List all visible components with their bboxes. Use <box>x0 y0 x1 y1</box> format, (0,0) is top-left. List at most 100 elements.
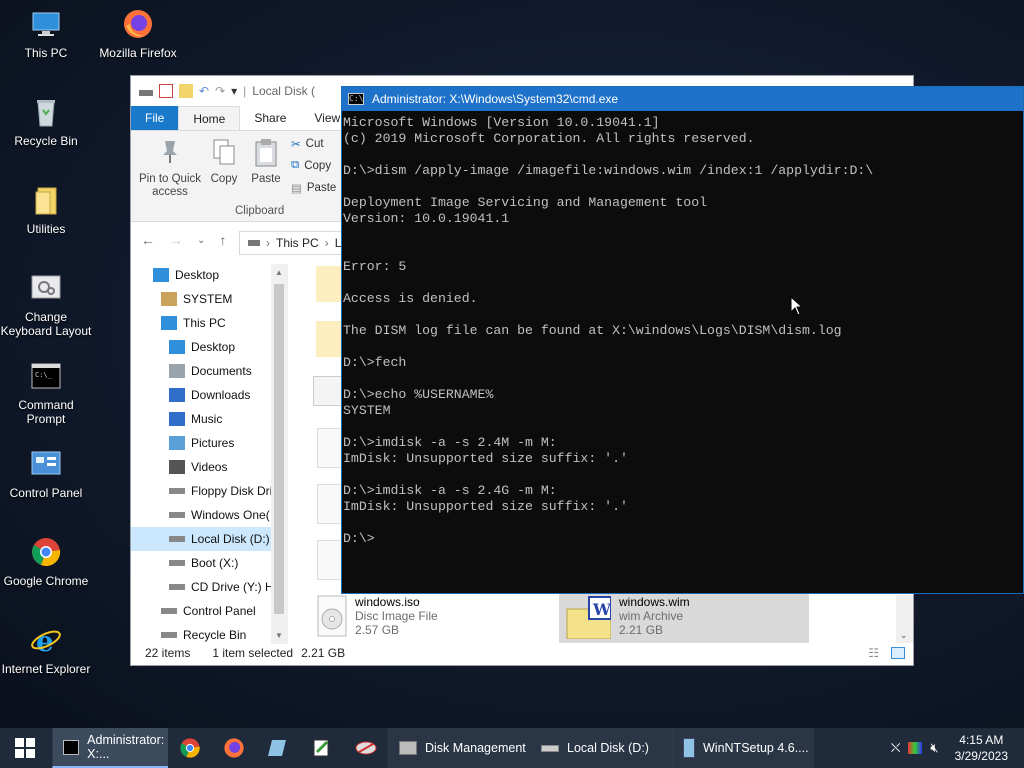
start-button[interactable] <box>0 728 50 768</box>
taskbar-cmd-button[interactable]: Administrator: X:... <box>52 728 168 768</box>
file-icon[interactable] <box>317 540 343 580</box>
window-title: Local Disk ( <box>252 84 315 98</box>
volume-muted-icon[interactable]: 🔇︎ <box>930 740 938 756</box>
disk-management-icon <box>399 741 417 755</box>
cut-button[interactable]: ✂ Cut <box>291 137 324 151</box>
drive-icon <box>169 584 185 590</box>
nav-item[interactable]: Boot (X:) <box>131 551 286 575</box>
desktop-icon-utilities[interactable]: Utilities <box>0 184 92 236</box>
wim-archive-icon: W <box>566 596 611 639</box>
nav-item[interactable]: Music <box>131 407 286 431</box>
copy-path-label: Copy <box>304 159 332 172</box>
clock-time: 4:15 AM <box>959 733 1004 747</box>
new-folder-icon[interactable] <box>179 84 193 98</box>
status-item-count: 22 items <box>145 646 191 660</box>
taskbar-firefox[interactable] <box>212 728 256 768</box>
nav-item[interactable]: Windows One( <box>131 503 286 527</box>
copy-button[interactable]: Copy <box>207 137 241 185</box>
taskbar-winntsetup-button[interactable]: WinNTSetup 4.6.... <box>672 728 814 768</box>
nav-item-label: Floppy Disk Dri <box>191 484 273 498</box>
taskbar-chrome[interactable] <box>168 728 212 768</box>
nav-item[interactable]: Local Disk (D:) <box>131 527 286 551</box>
pin-icon <box>163 141 177 163</box>
desktop-icon-chrome[interactable]: Google Chrome <box>0 536 92 588</box>
command-prompt-window[interactable]: C:\ Administrator: X:\Windows\System32\c… <box>341 86 1024 594</box>
file-item-windows-wim[interactable]: W windows.wim wim Archive 2.21 GB <box>559 593 809 643</box>
nav-item[interactable]: Recycle Bin <box>131 623 286 643</box>
breadcrumb-this-pc[interactable]: This PC <box>276 236 319 250</box>
drive-icon <box>169 512 185 518</box>
properties-icon[interactable] <box>159 84 173 98</box>
desktop-icon-internet-explorer[interactable]: e Internet Explorer <box>0 624 92 676</box>
details-view-icon[interactable]: ☷ <box>868 646 879 660</box>
desktop-icon-this-pc[interactable]: This PC <box>0 8 92 60</box>
desktop-icon-control-panel[interactable]: Control Panel <box>0 448 92 500</box>
tools-app-icon <box>355 741 377 755</box>
tab-home[interactable]: Home <box>178 106 241 130</box>
taskbar-disk-management-button[interactable]: Disk Management <box>388 728 530 768</box>
note-app-icon <box>268 740 286 756</box>
chrome-icon <box>32 538 61 566</box>
back-arrow-icon[interactable]: ← <box>141 232 155 248</box>
content-scrollbar[interactable]: ⌄ <box>896 595 913 643</box>
paste-shortcut-label: Paste <box>306 182 337 194</box>
cmd-title-bar[interactable]: C:\ Administrator: X:\Windows\System32\c… <box>342 87 1023 111</box>
scroll-thumb[interactable] <box>274 284 284 614</box>
desktop-icon-firefox[interactable]: Mozilla Firefox <box>92 8 184 60</box>
disc-image-icon <box>317 595 347 637</box>
desktop-icon-recycle-bin[interactable]: Recycle Bin <box>0 96 92 148</box>
recent-chevron-icon[interactable]: ⌄ <box>197 235 205 246</box>
keyboard-layout-icon <box>31 275 61 299</box>
nav-item[interactable]: SYSTEM <box>131 287 286 311</box>
desktop-icon-command-prompt[interactable]: C:\_ Command Prompt <box>0 360 92 426</box>
clipboard-group-label: Clipboard <box>235 205 285 217</box>
nav-item[interactable]: Downloads <box>131 383 286 407</box>
taskbar-app-tools[interactable] <box>344 728 388 768</box>
nav-item[interactable]: Pictures <box>131 431 286 455</box>
nav-item[interactable]: Control Panel <box>131 599 286 623</box>
nav-item[interactable]: Floppy Disk Dri <box>131 479 286 503</box>
taskbar-app-editor[interactable] <box>300 728 344 768</box>
scroll-down-icon[interactable]: ▼ <box>275 631 283 640</box>
console-output[interactable]: Microsoft Windows [Version 10.0.19041.1]… <box>343 115 873 547</box>
scroll-up-icon[interactable]: ▲ <box>275 268 283 277</box>
clock[interactable]: 4:15 AM 3/29/2023 <box>955 732 1008 764</box>
file-icon[interactable] <box>317 428 343 468</box>
nav-item[interactable]: CD Drive (Y:) H <box>131 575 286 599</box>
desktop-icon-label: Control Panel <box>9 486 83 500</box>
nav-item[interactable]: This PC <box>131 311 286 335</box>
pin-to-quick-access-button[interactable]: Pin to Quick access <box>137 137 203 199</box>
network-icon[interactable]: ⛌ <box>891 740 901 756</box>
nav-item-label: Recycle Bin <box>183 628 247 642</box>
tab-file[interactable]: File <box>131 106 179 130</box>
folder-icon[interactable] <box>316 266 342 302</box>
file-item-windows-iso[interactable]: windows.iso Disc Image File 2.57 GB <box>317 595 557 637</box>
up-arrow-icon[interactable]: ↑ <box>219 232 226 248</box>
file-icon[interactable] <box>313 376 343 406</box>
nav-item[interactable]: Videos <box>131 455 286 479</box>
customize-chevron-icon[interactable]: ▾ <box>231 84 237 98</box>
file-icon[interactable] <box>317 484 343 524</box>
nav-scrollbar[interactable]: ▲ ▼ <box>271 264 288 644</box>
taskbar-local-disk-button[interactable]: Local Disk (D:) <box>530 728 672 768</box>
nav-item[interactable]: Desktop <box>131 335 286 359</box>
folder-icon[interactable] <box>316 321 342 357</box>
copy-path-button[interactable]: ⧉ Copy <box>291 159 331 172</box>
nav-item[interactable]: Documents <box>131 359 286 383</box>
paste-button[interactable]: Paste <box>249 137 283 185</box>
scroll-down-icon[interactable]: ⌄ <box>900 630 908 641</box>
documents-icon <box>169 364 185 378</box>
forward-arrow-icon[interactable]: → <box>169 232 183 248</box>
display-icon[interactable] <box>908 742 923 754</box>
redo-icon[interactable]: ↷ <box>215 84 225 98</box>
taskbar-app-notes[interactable] <box>256 728 300 768</box>
large-icons-view-icon[interactable] <box>891 647 905 659</box>
tab-share[interactable]: Share <box>240 106 300 130</box>
undo-icon[interactable]: ↶ <box>199 84 209 98</box>
paste-shortcut-button[interactable]: ▤ Paste <box>291 181 336 195</box>
paste-shortcut-icon: ▤ <box>291 183 302 195</box>
desktop-icon-keyboard-layout[interactable]: Change Keyboard Layout <box>0 272 92 338</box>
nav-item[interactable]: Desktop <box>131 263 286 287</box>
file-type: Disc Image File <box>355 609 438 623</box>
